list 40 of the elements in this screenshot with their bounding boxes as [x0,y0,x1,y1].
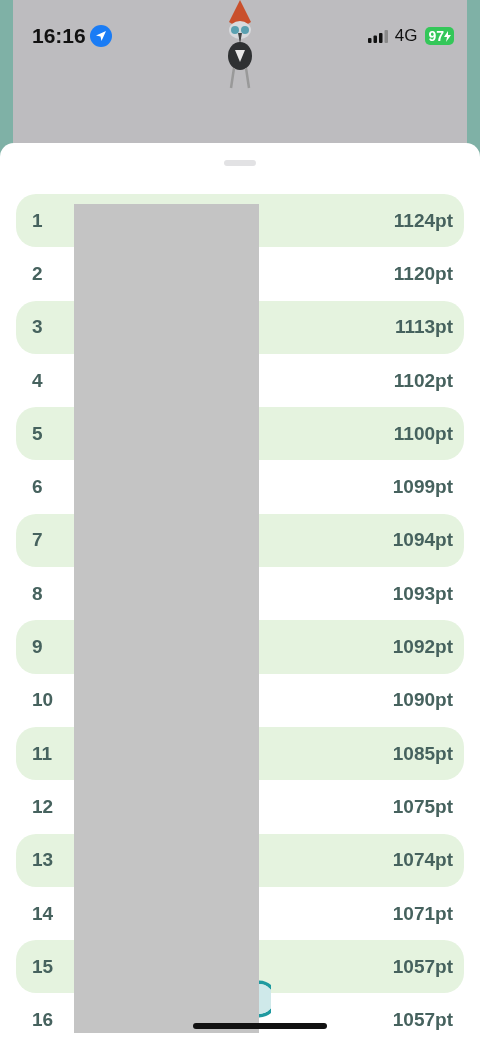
points-value: 1057pt [392,1009,453,1032]
rank-number: 10 [32,689,54,712]
points-value: 1074pt [392,849,453,872]
rank-number: 16 [32,1009,54,1032]
points-value: 1100pt [393,422,453,445]
points-value: 1094pt [392,529,453,552]
points-value: 1092pt [392,636,453,658]
rank-number: 8 [32,582,43,605]
points-value: 1124pt [393,209,453,232]
rank-number: 6 [32,476,43,499]
sheet-handle[interactable] [224,160,256,166]
charging-icon [444,30,451,42]
points-value: 1120pt [393,262,453,285]
points-value: 1085pt [392,742,453,765]
rank-number: 3 [32,316,43,339]
points-value: 1090pt [392,689,453,712]
network-label: 4G [394,26,418,46]
points-value: 1093pt [392,582,453,605]
points-value: 1113pt [394,316,453,339]
rank-number: 4 [32,369,43,392]
points-value: 1075pt [392,795,453,818]
rank-number: 13 [32,849,54,872]
battery-level: 97 [428,28,444,44]
rank-number: 1 [32,209,43,232]
status-time: 16:16 [32,24,86,48]
location-icon [89,25,112,47]
button-edge[interactable] [259,979,271,1019]
signal-icon [367,29,388,43]
points-value: 1099pt [392,476,453,499]
rank-number: 7 [32,529,43,552]
rank-number: 14 [32,902,54,925]
rank-number: 9 [32,636,43,658]
rank-number: 11 [32,742,53,765]
points-value: 1057pt [392,955,453,978]
rank-number: 12 [32,795,54,818]
rank-number: 5 [32,422,43,445]
points-value: 1102pt [393,369,453,392]
rank-number: 2 [32,262,43,285]
rank-number: 15 [32,955,54,978]
points-value: 1071pt [392,902,453,925]
